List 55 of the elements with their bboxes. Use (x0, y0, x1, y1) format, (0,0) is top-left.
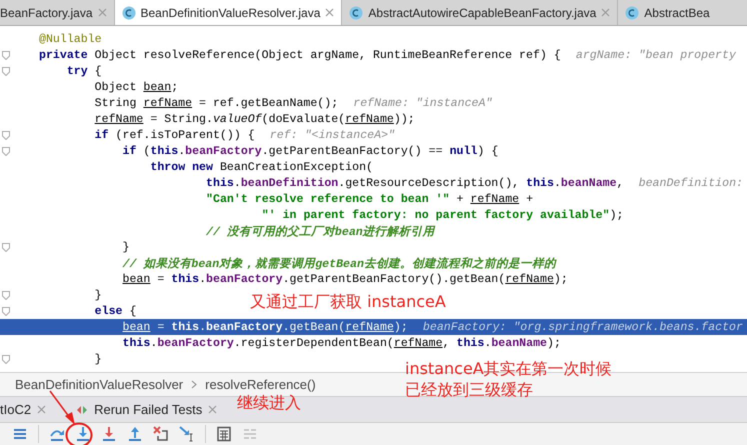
run-tab[interactable]: Rerun Failed Tests (64, 402, 226, 417)
file-tab[interactable]: AbstractAutowireCapableBeanFactory.java (342, 0, 618, 25)
chevron-icon (191, 380, 198, 389)
code-line: else { (94, 304, 136, 318)
close-icon[interactable] (325, 8, 334, 17)
fold-marker-icon[interactable] (2, 50, 10, 60)
file-tab[interactable]: AbstractBea (618, 0, 710, 25)
cross-icon[interactable] (153, 426, 169, 442)
down-arrow-icon[interactable] (101, 426, 117, 442)
breadcrumb-item[interactable]: BeanDefinitionValueResolver (15, 377, 184, 392)
fold-marker-icon[interactable] (2, 354, 10, 364)
code-line: this.beanDefinition.getResourceDescription(), this.beanName, beanDefinition: (205, 176, 744, 190)
code-line: throw new BeanCreationException( (149, 160, 374, 174)
code-line: Object bean; (94, 80, 178, 94)
code-line: try { (66, 64, 102, 78)
code-line: refName = String.valueOf(doEvaluate(refName)); (94, 112, 415, 126)
annotation-text: instanceA其实在第一次时候 (405, 359, 612, 380)
fold-marker-icon[interactable] (2, 290, 10, 300)
code-line: this.beanFactory.registerDependentBean(refName, this.beanName); (122, 336, 561, 350)
annotation-text: 继续进入 (237, 393, 301, 414)
annotation-text: 又通过工厂获取 instanceA (250, 292, 446, 313)
fold-marker-icon[interactable] (2, 66, 10, 76)
fold-marker-icon[interactable] (2, 242, 10, 252)
code-line: // 如果没有bean对象，就需要调用getBean去创建。创建流程和之前的是一样的 (122, 256, 556, 270)
fold-marker-icon[interactable] (2, 130, 10, 140)
code-line: } (94, 288, 102, 302)
close-icon[interactable] (37, 405, 46, 414)
code-line: // 没有可用的父工厂对bean进行解析引用 (205, 224, 435, 238)
breadcrumb-item[interactable]: resolveReference() (205, 377, 316, 392)
rerun-icon (76, 404, 88, 414)
menu-icon[interactable] (12, 426, 28, 442)
code-line: "Can't resolve reference to bean '" + refName + (205, 192, 534, 206)
code-line: String refName = ref.getBeanName(); refName: "instanceA" (94, 96, 492, 110)
file-tab[interactable]: BeanDefinitionValueResolver.java (114, 0, 342, 25)
annotation-text: 已经放到三级缓存 (405, 380, 533, 401)
fold-marker-icon[interactable] (2, 306, 10, 316)
fold-marker-icon[interactable] (2, 146, 10, 156)
code-line: } (122, 240, 130, 254)
close-icon[interactable] (98, 8, 106, 17)
code-line: bean = this.beanFactory.getBean(refName); beanFactory: "org.springframework.beans.factor (122, 320, 743, 334)
code-line: private Object resolveReference(Object argName, RuntimeBeanReference ref) { argName: "bean property (39, 48, 736, 62)
run-tab[interactable]: tIoC2 (0, 402, 54, 417)
close-icon[interactable] (208, 405, 218, 414)
circle-mark (65, 422, 93, 445)
code-line: if (ref.isToParent()) { ref: "<instanceA>" (94, 128, 396, 142)
code-line: @Nullable (39, 32, 102, 46)
code-line: } (94, 352, 102, 366)
up-arrow-icon[interactable] (127, 426, 143, 442)
code-line: if (this.beanFactory.getParentBeanFactory() == null) { (122, 144, 498, 158)
close-icon[interactable] (601, 8, 610, 17)
cursor-arrow-icon[interactable] (179, 426, 195, 442)
code-line: "' in parent factory: no parent factory available"); (260, 208, 624, 222)
down-arrow-icon[interactable] (75, 426, 91, 442)
code-line: bean = this.beanFactory.getParentBeanFactory().getBean(refName); (122, 272, 568, 286)
calculator-icon[interactable] (216, 426, 232, 442)
